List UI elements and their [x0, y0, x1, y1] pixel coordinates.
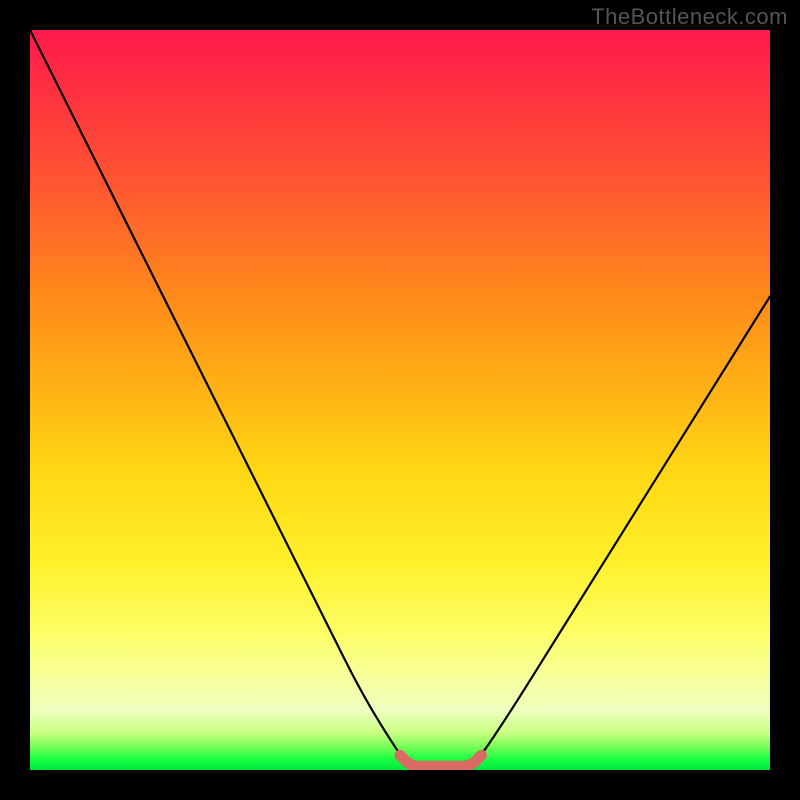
- bottleneck-highlight: [400, 755, 481, 766]
- bottleneck-curve: [30, 30, 770, 766]
- plot-area: [30, 30, 770, 770]
- curve-svg: [30, 30, 770, 770]
- watermark-text: TheBottleneck.com: [591, 4, 788, 30]
- chart-frame: TheBottleneck.com: [0, 0, 800, 800]
